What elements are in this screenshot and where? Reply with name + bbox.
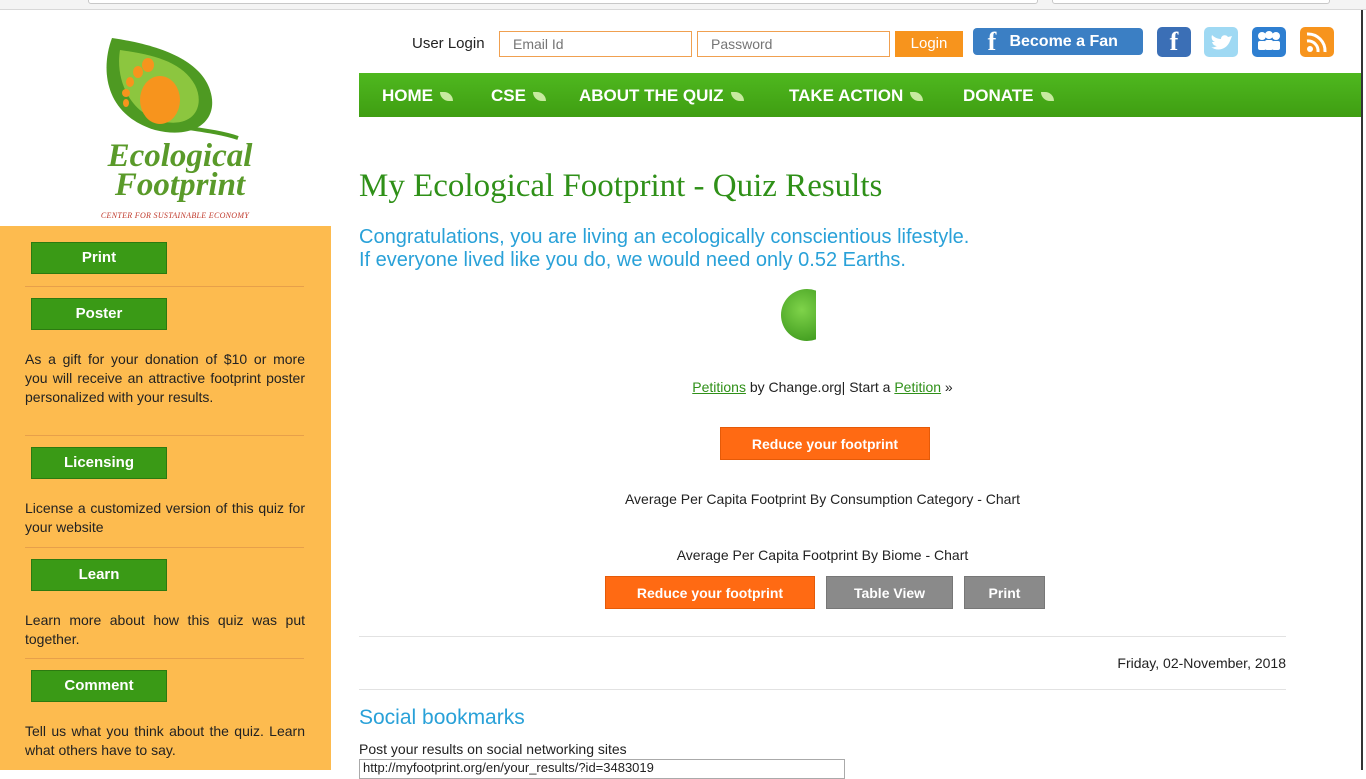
social-bookmarks-heading: Social bookmarks [359, 706, 525, 729]
reduce-footprint-button[interactable]: Reduce your footprint [720, 427, 930, 460]
nav-label: DONATE [963, 86, 1034, 105]
login-button[interactable]: Login [895, 31, 963, 57]
earth-icon [781, 289, 816, 341]
print-button[interactable]: Print [964, 576, 1045, 609]
rss-icon[interactable] [1300, 27, 1334, 57]
page-edge [1361, 10, 1363, 770]
poster-button[interactable]: Poster [31, 298, 167, 330]
logo-text: Ecological Footprint [70, 140, 290, 203]
comment-button[interactable]: Comment [31, 670, 167, 702]
become-a-fan-button[interactable]: f Become a Fan [973, 28, 1143, 55]
leaf-footprint-icon [106, 38, 239, 140]
sidebar: Print Poster As a gift for your donation… [0, 226, 331, 770]
nav-item-take-action[interactable]: TAKE ACTION [789, 73, 924, 117]
result-line2: If everyone lived like you do, we would … [359, 249, 906, 271]
facebook-f-icon: f [987, 27, 997, 56]
biome-chart-label: Average Per Capita Footprint By Biome - … [676, 547, 969, 563]
result-line1: Congratulations, you are living an ecolo… [359, 226, 970, 248]
licensing-button[interactable]: Licensing [31, 447, 167, 479]
browser-search-bar[interactable] [1052, 0, 1330, 4]
twitter-icon[interactable] [1204, 27, 1238, 57]
licensing-description: License a customized version of this qui… [25, 500, 305, 535]
post-results-text: Post your results on social networking s… [359, 741, 627, 757]
address-bar[interactable] [88, 0, 1038, 4]
nav-item-home[interactable]: HOME [382, 73, 453, 117]
leaf-icon [532, 92, 546, 102]
leaf-icon [730, 92, 744, 102]
main-nav: HOME CSE ABOUT THE QUIZ TAKE ACTION DONA… [359, 73, 1361, 117]
browser-top-strip [0, 0, 1366, 10]
leaf-icon [1040, 92, 1054, 102]
nav-item-cse[interactable]: CSE [491, 73, 546, 117]
divider [359, 689, 1286, 690]
results-url-field[interactable]: http://myfootprint.org/en/your_results/?… [359, 759, 845, 779]
table-view-button[interactable]: Table View [826, 576, 953, 609]
nav-label: TAKE ACTION [789, 86, 904, 105]
petition-by-text: by Change.org| Start a [745, 379, 895, 395]
site-logo[interactable]: Ecological Footprint CENTER FOR SUSTAINA… [60, 30, 290, 225]
divider [359, 636, 1286, 637]
user-login-label: User Login [412, 35, 485, 52]
nav-label: ABOUT THE QUIZ [579, 86, 724, 105]
comment-description: Tell us what you think about the quiz. L… [25, 723, 305, 758]
print-sidebar-button[interactable]: Print [31, 242, 167, 274]
password-input[interactable] [697, 31, 890, 57]
email-input[interactable] [499, 31, 692, 57]
poster-description: As a gift for your donation of $10 or mo… [25, 351, 305, 405]
start-petition-link[interactable]: Petition [894, 379, 941, 395]
logo-subtitle: CENTER FOR SUSTAINABLE ECONOMY [100, 211, 250, 220]
nav-item-donate[interactable]: DONATE [963, 73, 1054, 117]
petition-links: Petitions by Change.org| Start a Petitio… [359, 379, 1286, 395]
sidebar-divider [25, 286, 304, 287]
page-title: My Ecological Footprint - Quiz Results [359, 168, 883, 204]
nav-label: CSE [491, 86, 526, 105]
leaf-icon [910, 92, 924, 102]
sidebar-divider [25, 435, 304, 436]
learn-button[interactable]: Learn [31, 559, 167, 591]
facebook-icon[interactable]: f [1157, 27, 1191, 57]
learn-description: Learn more about how this quiz was put t… [25, 612, 305, 647]
nav-label: HOME [382, 86, 433, 105]
nav-item-about-the-quiz[interactable]: ABOUT THE QUIZ [579, 73, 744, 117]
leaf-icon [440, 92, 453, 102]
result-message: Congratulations, you are living an ecolo… [359, 226, 969, 272]
petition-arrow: » [941, 379, 953, 395]
reduce-footprint-button-2[interactable]: Reduce your footprint [605, 576, 815, 609]
fan-button-label: Become a Fan [1009, 33, 1118, 50]
myspace-icon[interactable] [1252, 27, 1286, 57]
date-text: Friday, 02-November, 2018 [1117, 655, 1286, 671]
petitions-link[interactable]: Petitions [692, 379, 746, 395]
sidebar-divider [25, 547, 304, 548]
sidebar-divider [25, 658, 304, 659]
consumption-chart-label: Average Per Capita Footprint By Consumpt… [624, 491, 1021, 507]
logo-line2: Footprint [114, 167, 246, 203]
